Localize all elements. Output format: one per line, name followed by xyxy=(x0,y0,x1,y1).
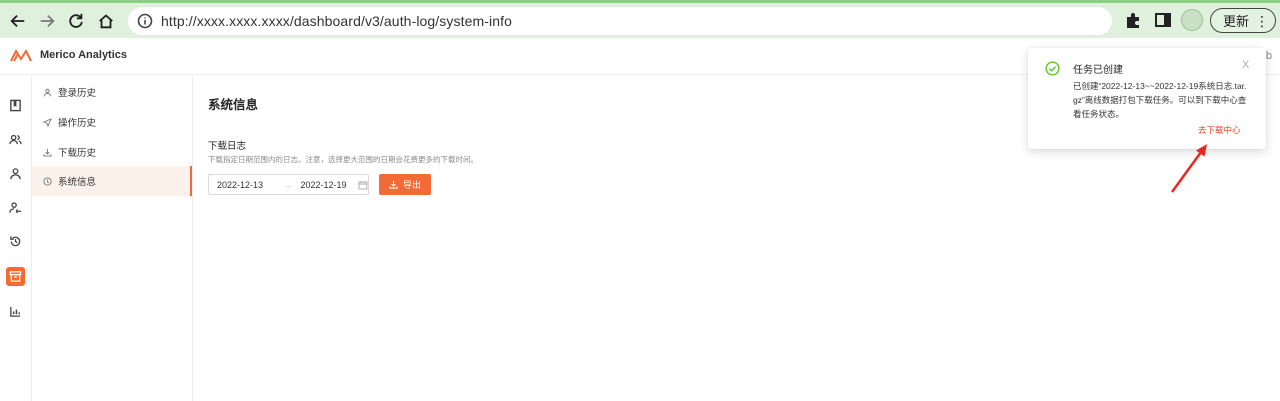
header-user-text: b xyxy=(1265,50,1272,62)
update-label: 更新 xyxy=(1223,14,1250,29)
date-end-input[interactable]: 2022-12-19 xyxy=(300,180,352,190)
section-title: 下载日志 xyxy=(208,141,247,152)
home-icon xyxy=(99,14,113,29)
task-created-notification: 任务已创建 X 已创建“2022-12-13~~2022-12-19系统日志.t… xyxy=(1028,48,1266,149)
notification-title: 任务已创建 xyxy=(1073,65,1123,76)
brand-name: Merico Analytics xyxy=(40,49,128,61)
rail-item-audit-log[interactable] xyxy=(6,267,25,286)
sub-nav-item-system-info[interactable]: 系统信息 xyxy=(32,166,192,196)
date-separator: → xyxy=(283,179,293,190)
user-icon xyxy=(10,168,21,180)
rail-item-reports[interactable] xyxy=(6,302,25,321)
merico-logo-icon xyxy=(10,48,32,62)
bar-chart-icon xyxy=(10,306,21,317)
page-title: 系统信息 xyxy=(208,98,259,112)
rail-item-history[interactable] xyxy=(6,232,25,251)
url-text: http://xxxx.xxxx.xxxx/dashboard/v3/auth-… xyxy=(161,13,512,29)
user-settings-icon xyxy=(9,202,22,214)
date-range-picker[interactable]: 2022-12-13 → 2022-12-19 xyxy=(208,174,369,195)
home-button[interactable] xyxy=(92,7,120,35)
side-panel-icon[interactable] xyxy=(1154,11,1172,29)
users-icon xyxy=(9,134,22,145)
extensions-icon[interactable] xyxy=(1124,11,1142,29)
notification-body: 已创建“2022-12-13~~2022-12-19系统日志.tar.gz”离线… xyxy=(1073,81,1247,119)
check-circle-icon xyxy=(1045,61,1060,76)
date-start-input[interactable]: 2022-12-13 xyxy=(217,180,277,190)
download-icon xyxy=(43,148,52,157)
rail-item-admin[interactable] xyxy=(6,198,25,217)
history-icon xyxy=(10,236,21,247)
section-description: 下载指定日期范围内的日志。注意，选择更大范围的日期会花费更多的下载时间。 xyxy=(208,155,478,164)
rail-item-team[interactable] xyxy=(6,130,25,149)
sub-nav-label: 系统信息 xyxy=(58,177,97,188)
arrow-right-icon xyxy=(40,14,55,28)
forward-button[interactable] xyxy=(33,7,61,35)
site-info-icon[interactable] xyxy=(137,13,153,29)
close-icon[interactable]: X xyxy=(1242,59,1249,71)
book-icon xyxy=(10,99,21,112)
sub-nav-label: 下载历史 xyxy=(58,148,97,159)
more-icon: ⋮ xyxy=(1255,12,1269,29)
info-circle-icon xyxy=(43,176,52,186)
reload-button[interactable] xyxy=(62,7,90,35)
sub-nav-item-login-history[interactable]: 登录历史 xyxy=(32,77,192,107)
download-icon xyxy=(389,180,398,189)
sub-nav: 登录历史 操作历史 下载历史 系统信息 xyxy=(32,76,193,401)
sub-nav-item-download-history[interactable]: 下载历史 xyxy=(32,137,192,167)
browser-toolbar: http://xxxx.xxxx.xxxx/dashboard/v3/auth-… xyxy=(0,0,1280,38)
go-to-download-center-link[interactable]: 去下载中心 xyxy=(1198,124,1241,136)
sub-nav-item-operation-history[interactable]: 操作历史 xyxy=(32,107,192,137)
address-bar[interactable]: http://xxxx.xxxx.xxxx/dashboard/v3/auth-… xyxy=(128,7,1112,35)
arrow-left-icon xyxy=(10,14,25,28)
icon-rail xyxy=(0,76,32,401)
sub-nav-label: 操作历史 xyxy=(58,118,97,129)
export-button[interactable]: 导出 xyxy=(379,174,431,195)
send-icon xyxy=(43,117,52,127)
rail-item-user[interactable] xyxy=(6,164,25,183)
annotation-arrow-icon xyxy=(1170,144,1207,193)
update-button[interactable]: 更新 ⋮ xyxy=(1210,8,1276,33)
export-label: 导出 xyxy=(402,180,421,190)
sub-nav-label: 登录历史 xyxy=(58,88,97,99)
back-button[interactable] xyxy=(4,7,32,35)
calendar-icon[interactable] xyxy=(358,180,368,190)
rail-item-projects[interactable] xyxy=(6,96,25,115)
brand-logo[interactable]: Merico Analytics xyxy=(10,47,127,63)
reload-icon xyxy=(69,13,83,28)
profile-avatar[interactable] xyxy=(1181,9,1203,31)
archive-icon xyxy=(9,271,22,282)
user-icon xyxy=(43,88,52,96)
